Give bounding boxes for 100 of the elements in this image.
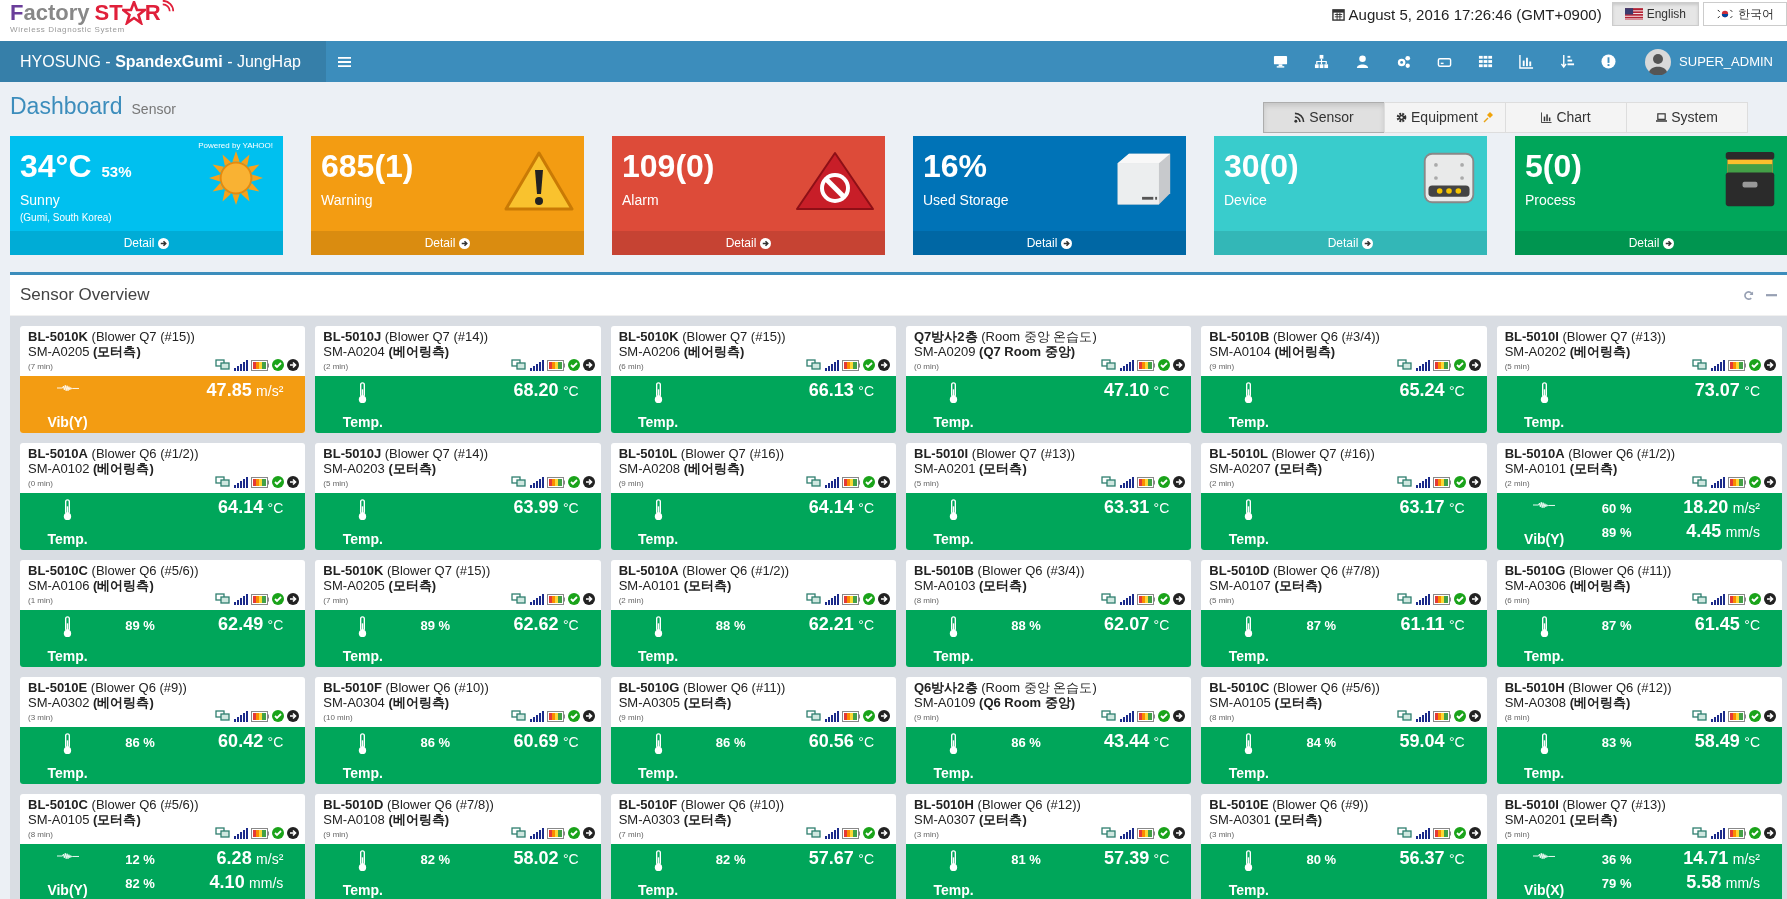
- battery-icon: [546, 476, 565, 488]
- check-icon: [1158, 476, 1171, 488]
- arrow-icon[interactable]: [878, 476, 890, 488]
- reading-value: 68.20 °C: [513, 380, 579, 401]
- battery-icon: [1432, 593, 1451, 605]
- arrow-icon: [459, 237, 471, 249]
- logo-text[interactable]: R: [144, 1, 161, 25]
- arrow-icon[interactable]: [878, 593, 890, 605]
- stat-label: Sunny: [20, 192, 61, 208]
- tab[interactable]: System: [1626, 101, 1748, 133]
- reading-value: 61.45 °C: [1694, 614, 1760, 635]
- thermometer-icon: [948, 499, 959, 521]
- thermometer-icon: [1243, 499, 1255, 521]
- arrow-icon[interactable]: [878, 359, 890, 371]
- arrow-icon[interactable]: [582, 710, 595, 722]
- update-age: (2 min): [1209, 478, 1235, 490]
- arrow-icon[interactable]: [582, 476, 595, 488]
- update-age: (8 min): [914, 595, 939, 607]
- detail-link[interactable]: Detail: [1515, 231, 1787, 255]
- tab[interactable]: Sensor: [1263, 101, 1385, 133]
- arrow-icon[interactable]: [1173, 827, 1186, 839]
- signal-icon: [1711, 593, 1725, 605]
- sensor-title: BL-5010L (Blower Q7 (#16)): [618, 446, 786, 461]
- sensor-title: BL-5010D (Blower Q6 (#7/8)): [323, 797, 495, 812]
- language-button[interactable]: 한국어: [1703, 2, 1787, 26]
- arrow-icon[interactable]: [582, 593, 595, 605]
- arrow-icon[interactable]: [287, 476, 300, 488]
- avatar[interactable]: [1645, 48, 1672, 75]
- sensor-title: BL-5010B (Blower Q6 (#3/4)): [1209, 329, 1381, 344]
- detail-link[interactable]: Detail: [1214, 231, 1487, 255]
- arrow-icon[interactable]: [1468, 359, 1481, 371]
- arrow-icon[interactable]: [1468, 827, 1481, 839]
- detail-link[interactable]: Detail: [612, 231, 885, 255]
- stat-label: Alarm: [622, 192, 660, 208]
- arrow-icon[interactable]: [878, 827, 890, 839]
- sensor-title: Q7방사2층 (Room 중앙 온습도): [914, 329, 1098, 344]
- battery-icon: [251, 476, 270, 488]
- thermometer-icon: [1243, 850, 1255, 872]
- arrow-icon[interactable]: [1173, 710, 1186, 722]
- arrow-icon[interactable]: [1173, 359, 1186, 371]
- language-button[interactable]: English: [1611, 2, 1699, 26]
- sensor-title: BL-5010H (Blower Q6 (#12)): [1504, 680, 1673, 695]
- arrow-icon[interactable]: [287, 593, 300, 605]
- link-icon: [215, 593, 232, 605]
- arrow-icon[interactable]: [878, 710, 890, 722]
- no-entry-icon: [795, 150, 875, 212]
- check-icon: [567, 359, 580, 371]
- stat-value: 5(0): [1525, 148, 1582, 184]
- arrow-icon[interactable]: [1764, 476, 1776, 488]
- site-title[interactable]: HYOSUNG - SpandexGumi - JungHap: [0, 41, 326, 82]
- sensor-title: BL-5010F (Blower Q6 (#10)): [618, 797, 786, 812]
- percent-value: 83 %: [1601, 735, 1632, 750]
- tab[interactable]: Chart: [1505, 101, 1627, 133]
- reading-label: Temp.: [933, 648, 974, 664]
- arrow-icon[interactable]: [582, 359, 595, 371]
- reading-value: 62.62 °C: [513, 614, 579, 635]
- battery-icon: [842, 359, 860, 371]
- sensor-title: BL-5010C (Blower Q6 (#5/6)): [28, 563, 200, 578]
- reading-value: 47.85 m/s²: [206, 380, 284, 401]
- arrow-icon[interactable]: [1764, 593, 1776, 605]
- detail-link[interactable]: Detail: [10, 231, 283, 255]
- thermometer-icon: [62, 733, 73, 755]
- link-icon: [510, 476, 527, 488]
- arrow-icon[interactable]: [287, 710, 300, 722]
- sensor-id: SM-A0106 (베어링측): [28, 578, 155, 593]
- collapse-icon[interactable]: [1766, 293, 1777, 297]
- tab[interactable]: Equipment: [1384, 101, 1506, 133]
- signal-icon: [1120, 710, 1135, 722]
- battery-icon: [1432, 476, 1451, 488]
- check-icon: [1453, 827, 1466, 839]
- reading-label: Temp.: [342, 648, 383, 664]
- arrow-icon[interactable]: [1468, 710, 1481, 722]
- arrow-icon[interactable]: [1764, 359, 1776, 371]
- arrow-icon[interactable]: [582, 827, 595, 839]
- update-age: (3 min): [1209, 829, 1235, 841]
- percent-value: 79 %: [1601, 876, 1632, 891]
- arrow-icon[interactable]: [1468, 476, 1481, 488]
- link-icon: [1101, 827, 1118, 839]
- arrow-icon[interactable]: [287, 359, 300, 371]
- device-icon: [1421, 150, 1477, 206]
- link-icon: [1396, 593, 1413, 605]
- refresh-icon[interactable]: [1743, 289, 1754, 301]
- reading-value: 60.42 °C: [218, 731, 284, 752]
- logo-text[interactable]: Factory: [10, 1, 90, 25]
- arrow-icon[interactable]: [1173, 476, 1186, 488]
- arrow-icon[interactable]: [1764, 827, 1776, 839]
- check-icon: [1453, 359, 1466, 371]
- detail-link[interactable]: Detail: [913, 231, 1186, 255]
- star-icon[interactable]: [121, 1, 146, 25]
- sensor-id: SM-A0205 (모터측): [323, 578, 438, 593]
- percent-value: 88 %: [715, 618, 746, 633]
- arrow-icon[interactable]: [1468, 593, 1481, 605]
- arrow-icon[interactable]: [287, 827, 300, 839]
- detail-link[interactable]: Detail: [311, 231, 584, 255]
- signal-icon: [234, 476, 249, 488]
- logo-text[interactable]: ST: [94, 1, 123, 25]
- arrow-icon[interactable]: [1173, 593, 1186, 605]
- sensor-title: BL-5010K (Blower Q7 (#15)): [28, 329, 196, 344]
- user-name[interactable]: SUPER_ADMIN: [1679, 54, 1773, 69]
- arrow-icon[interactable]: [1764, 710, 1776, 722]
